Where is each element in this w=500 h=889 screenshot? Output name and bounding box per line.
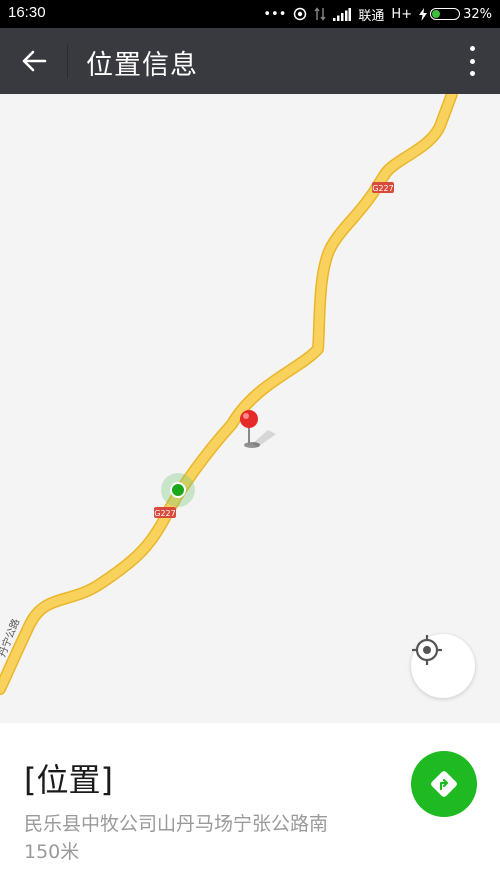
battery-indicator: 32% bbox=[419, 7, 492, 22]
battery-fill bbox=[432, 10, 441, 18]
location-title: [位置] bbox=[24, 761, 113, 799]
locate-me-button[interactable] bbox=[411, 634, 475, 698]
navigation-diamond-icon bbox=[431, 771, 457, 797]
page-title: 位置信息 bbox=[86, 50, 198, 81]
more-vertical-icon-dot bbox=[469, 58, 475, 64]
map-view[interactable]: G227 G227 丹宁公路 bbox=[0, 94, 500, 723]
green-dot-icon bbox=[161, 473, 195, 507]
back-button[interactable] bbox=[14, 42, 54, 80]
status-bar: 16:30 ••• 联通 H+ 32% bbox=[0, 0, 500, 28]
app-bar-divider bbox=[67, 44, 68, 78]
location-distance: 150米 bbox=[24, 841, 80, 863]
navigate-button[interactable] bbox=[411, 751, 477, 817]
red-map-pin-icon bbox=[240, 410, 276, 448]
road-shield-top: G227 bbox=[372, 182, 394, 193]
arrow-left-icon bbox=[22, 50, 47, 72]
crosshair-icon bbox=[412, 635, 442, 665]
notification-dots: ••• bbox=[263, 6, 287, 22]
road-shield-bottom: G227 bbox=[154, 507, 176, 518]
more-vertical-icon bbox=[469, 46, 475, 51]
status-time: 16:30 bbox=[8, 4, 46, 21]
road-label-top: G227 bbox=[372, 184, 393, 193]
location-address: 民乐县中牧公司山丹马场宁张公路南 bbox=[24, 813, 329, 835]
app-bar: 位置信息 bbox=[0, 28, 500, 94]
road-label-bottom: G227 bbox=[154, 509, 175, 518]
charging-icon bbox=[419, 7, 428, 21]
data-transfer-icon bbox=[314, 7, 326, 21]
hotspot-icon bbox=[294, 7, 307, 21]
carrier-name: 联通 bbox=[358, 8, 385, 24]
location-info-panel: [位置] 民乐县中牧公司山丹马场宁张公路南 150米 bbox=[0, 723, 500, 889]
signal-icon bbox=[333, 7, 352, 21]
map-canvas: G227 G227 丹宁公路 bbox=[0, 94, 458, 695]
status-icons: ••• 联通 H+ 32% bbox=[263, 0, 492, 28]
more-vertical-icon-dot bbox=[469, 71, 475, 76]
battery-percent: 32% bbox=[463, 6, 492, 22]
network-type: H+ bbox=[391, 6, 413, 22]
more-options-button[interactable] bbox=[464, 46, 480, 76]
battery-icon bbox=[430, 8, 461, 20]
